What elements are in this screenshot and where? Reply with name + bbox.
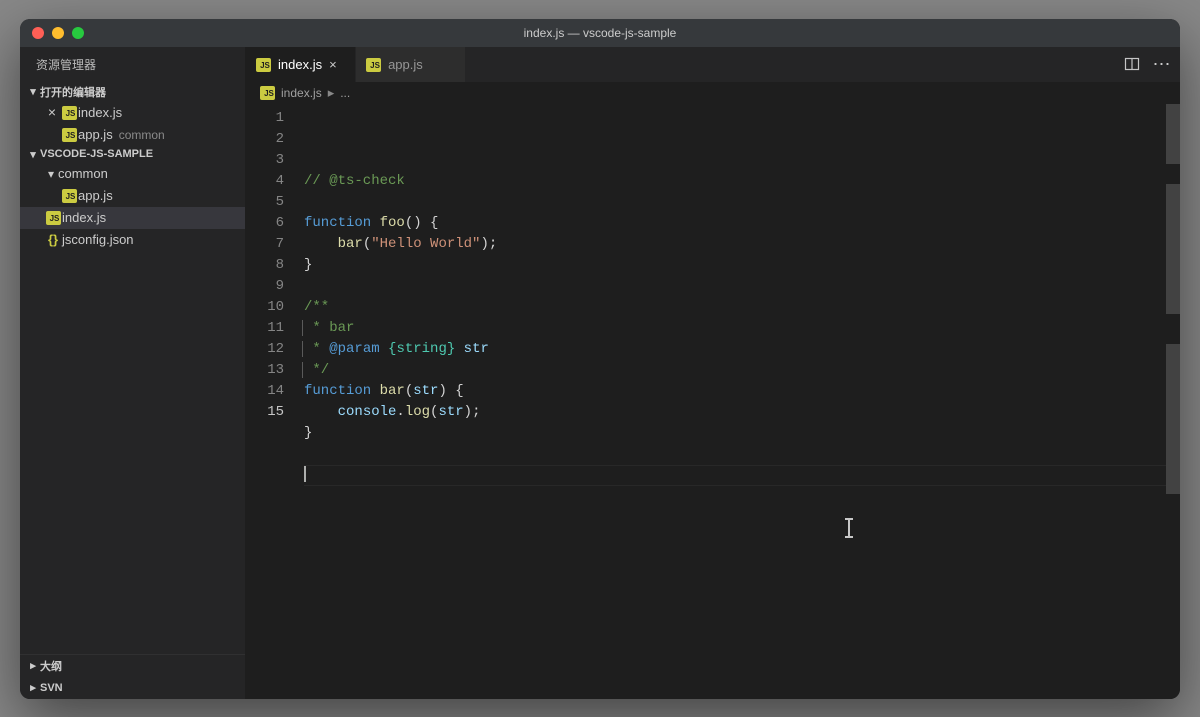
folder-label: common bbox=[58, 166, 108, 181]
editor-scrollbar[interactable] bbox=[1166, 104, 1180, 699]
js-file-icon: JS bbox=[62, 106, 77, 120]
code-line[interactable]: */ bbox=[304, 360, 1180, 381]
code-line[interactable]: function foo() { bbox=[304, 213, 1180, 234]
editor-area: JSindex.js×JSapp.js× ⋯ JS index.js ▸ ...… bbox=[246, 47, 1180, 699]
chevron-down-icon: ▾ bbox=[26, 148, 40, 161]
js-file-icon: JS bbox=[366, 58, 381, 72]
file-item[interactable]: JSapp.js bbox=[20, 185, 245, 207]
close-icon[interactable]: × bbox=[44, 104, 60, 121]
chevron-icon: ▾ bbox=[44, 167, 58, 181]
code-line[interactable]: bar("Hello World"); bbox=[304, 234, 1180, 255]
workspace-label: VSCODE-JS-SAMPLE bbox=[40, 148, 153, 160]
tab-actions: ⋯ bbox=[1114, 47, 1180, 82]
open-editors-section-header[interactable]: ▾ 打开的编辑器 bbox=[20, 82, 245, 102]
breadcrumb-tail: ... bbox=[340, 86, 350, 100]
file-label: jsconfig.json bbox=[62, 232, 134, 247]
sidebar-bottom: ▸ 大纲 ▸ SVN bbox=[20, 654, 245, 699]
outline-section-header[interactable]: ▸ 大纲 bbox=[20, 655, 245, 677]
app-window: index.js — vscode-js-sample 资源管理器 ▾ 打开的编… bbox=[20, 19, 1180, 699]
window-close-button[interactable] bbox=[32, 27, 44, 39]
svn-label: SVN bbox=[40, 682, 63, 694]
code-line[interactable]: // @ts-check bbox=[304, 171, 1180, 192]
more-actions-icon[interactable]: ⋯ bbox=[1154, 56, 1170, 72]
code-line[interactable]: function bar(str) { bbox=[304, 381, 1180, 402]
breadcrumb[interactable]: JS index.js ▸ ... bbox=[246, 82, 1180, 104]
file-tree: ▾commonJSapp.jsJSindex.js{}jsconfig.json bbox=[20, 163, 245, 251]
file-label: app.js bbox=[78, 188, 113, 203]
split-editor-icon[interactable] bbox=[1124, 56, 1140, 72]
file-label: app.js bbox=[78, 127, 113, 142]
editor-tabbar: JSindex.js×JSapp.js× ⋯ bbox=[246, 47, 1180, 82]
code-content[interactable]: // @ts-check function foo() { bar("Hello … bbox=[298, 104, 1180, 699]
json-file-icon: {} bbox=[48, 232, 58, 247]
js-file-icon: JS bbox=[260, 86, 275, 100]
js-file-icon: JS bbox=[256, 58, 271, 72]
open-editors-label: 打开的编辑器 bbox=[40, 84, 106, 100]
workspace-section-header[interactable]: ▾ VSCODE-JS-SAMPLE bbox=[20, 146, 245, 163]
traffic-lights bbox=[20, 27, 84, 39]
open-editor-item[interactable]: ×JSindex.js bbox=[20, 102, 245, 124]
breadcrumb-file: index.js bbox=[281, 86, 322, 100]
window-zoom-button[interactable] bbox=[72, 27, 84, 39]
titlebar: index.js — vscode-js-sample bbox=[20, 19, 1180, 47]
file-label: index.js bbox=[62, 210, 106, 225]
folder-item[interactable]: ▾common bbox=[20, 163, 245, 185]
explorer-sidebar: 资源管理器 ▾ 打开的编辑器 ×JSindex.jsJSapp.jscommon… bbox=[20, 47, 246, 699]
code-line[interactable] bbox=[304, 444, 1180, 465]
open-editors-list: ×JSindex.jsJSapp.jscommon bbox=[20, 102, 245, 146]
window-title: index.js — vscode-js-sample bbox=[20, 26, 1180, 40]
code-line[interactable]: /** bbox=[304, 297, 1180, 318]
file-item[interactable]: JSindex.js bbox=[20, 207, 245, 229]
open-editor-item[interactable]: JSapp.js common bbox=[20, 124, 245, 146]
js-file-icon: JS bbox=[62, 189, 77, 203]
tab-label: index.js bbox=[278, 57, 322, 72]
code-line[interactable]: * bar bbox=[304, 318, 1180, 339]
editor-tab[interactable]: JS index.js × bbox=[246, 47, 356, 82]
js-file-icon: JS bbox=[46, 211, 61, 225]
code-editor[interactable]: 123456789101112131415 // @ts-check functi… bbox=[246, 104, 1180, 699]
breadcrumb-separator-icon: ▸ bbox=[328, 85, 335, 101]
code-line[interactable]: * @param {string} str bbox=[304, 339, 1180, 360]
chevron-right-icon: ▸ bbox=[26, 681, 40, 694]
tab-label: app.js bbox=[388, 57, 423, 72]
chevron-down-icon: ▾ bbox=[26, 85, 40, 98]
path-hint: common bbox=[119, 128, 165, 142]
svn-section-header[interactable]: ▸ SVN bbox=[20, 677, 245, 699]
js-file-icon: JS bbox=[62, 128, 77, 142]
file-label: index.js bbox=[78, 105, 122, 120]
code-line[interactable] bbox=[304, 276, 1180, 297]
code-line[interactable] bbox=[304, 192, 1180, 213]
explorer-title: 资源管理器 bbox=[20, 47, 245, 82]
outline-label: 大纲 bbox=[40, 658, 62, 674]
editor-tab[interactable]: JSapp.js× bbox=[356, 47, 466, 82]
spacer bbox=[44, 134, 60, 135]
code-line[interactable] bbox=[304, 465, 1180, 486]
caret bbox=[304, 465, 306, 482]
chevron-right-icon: ▸ bbox=[26, 659, 40, 672]
code-line[interactable]: } bbox=[304, 423, 1180, 444]
code-line[interactable]: console.log(str); bbox=[304, 402, 1180, 423]
text-cursor-icon bbox=[848, 519, 850, 537]
line-number-gutter: 123456789101112131415 bbox=[246, 104, 298, 699]
file-item[interactable]: {} jsconfig.json bbox=[20, 229, 245, 251]
window-minimize-button[interactable] bbox=[52, 27, 64, 39]
close-icon[interactable]: × bbox=[329, 57, 345, 72]
code-line[interactable]: } bbox=[304, 255, 1180, 276]
